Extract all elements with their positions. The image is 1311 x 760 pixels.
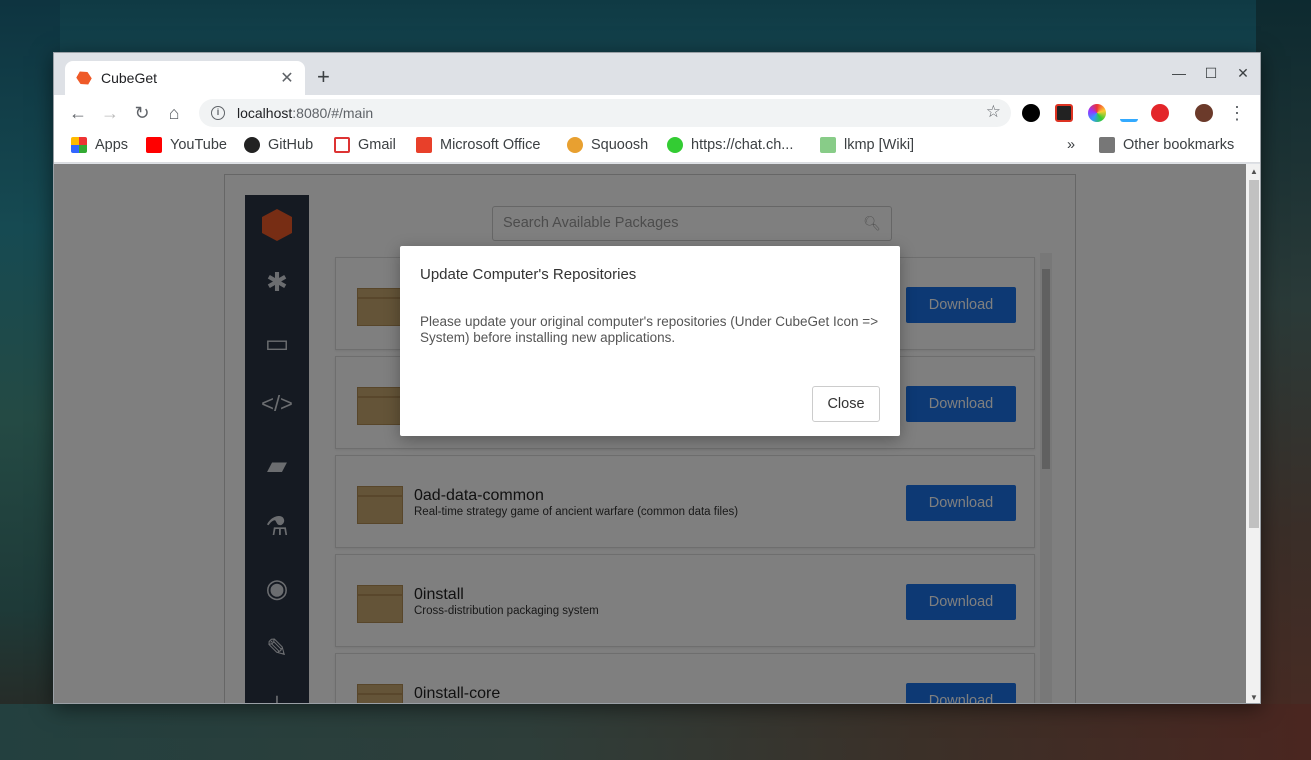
page-content: ✱ ▭ </> ▰ ⚗ ◉ ✎ ⊥ Search Available Packa… [54, 164, 1246, 703]
chat-icon [667, 137, 683, 153]
bookmark-label: https://chat.ch... [691, 137, 794, 153]
bookmarks-bar: Apps YouTube GitHub Gmail Microsoft Offi… [54, 131, 1260, 163]
bookmark-label: YouTube [170, 137, 227, 153]
minimize-button[interactable]: — [1169, 65, 1189, 81]
close-window-button[interactable]: ✕ [1233, 65, 1253, 82]
dialog-title: Update Computer's Repositories [420, 266, 637, 283]
update-repositories-dialog: Update Computer's Repositories Please up… [400, 246, 900, 436]
squoosh-icon [567, 137, 583, 153]
office-icon [416, 137, 432, 153]
forward-arrow-icon[interactable]: → [98, 101, 122, 125]
back-arrow-icon[interactable]: ← [66, 101, 90, 125]
folder-icon [1099, 137, 1115, 153]
tab-strip: CubeGet ✕ + — ☐ ✕ [54, 53, 1260, 95]
browser-toolbar: ← → ↻ ⌂ i localhost :8080/#/main ☆ ⋮ [54, 95, 1260, 131]
apps-grid-icon [71, 137, 87, 153]
gnome-extension-icon[interactable] [1022, 104, 1040, 122]
bookmark-chat[interactable]: https://chat.ch... [667, 137, 793, 153]
url-host: localhost [237, 105, 293, 121]
desktop-wallpaper-left [0, 0, 60, 760]
dialog-message: Please update your original computer's r… [420, 314, 879, 345]
wiki-icon [820, 137, 836, 153]
bookmark-youtube[interactable]: YouTube [146, 137, 227, 153]
youtube-icon [146, 137, 162, 153]
maximize-button[interactable]: ☐ [1201, 65, 1221, 82]
reload-icon[interactable]: ↻ [130, 101, 154, 125]
bookmark-label: Squoosh [591, 137, 649, 153]
close-button[interactable]: Close [812, 386, 880, 422]
bookmark-label: lkmp [Wiki] [844, 137, 915, 153]
bookmark-label: GitHub [268, 137, 314, 153]
site-info-icon[interactable]: i [211, 106, 225, 120]
other-bookmarks-label: Other bookmarks [1123, 137, 1235, 153]
desktop-wallpaper-bottom [0, 704, 1311, 760]
address-bar[interactable]: i localhost :8080/#/main ☆ [199, 99, 1011, 127]
languagetool-extension-icon[interactable] [1120, 104, 1138, 122]
bookmark-squoosh[interactable]: Squoosh [567, 137, 648, 153]
adobe-extension-icon[interactable] [1055, 104, 1073, 122]
new-tab-button[interactable]: + [317, 66, 330, 88]
cubeget-favicon-icon [74, 68, 93, 87]
desktop-wallpaper-right [1256, 0, 1311, 760]
gmail-icon [334, 137, 350, 153]
bookmark-github[interactable]: GitHub [244, 137, 313, 153]
page-scrollbar[interactable]: ▲ ▼ [1246, 164, 1260, 703]
bookmark-label: Microsoft Office [440, 137, 541, 153]
bookmark-star-icon[interactable]: ☆ [986, 102, 1001, 122]
bookmark-gmail[interactable]: Gmail [334, 137, 396, 153]
menu-kebab-icon[interactable]: ⋮ [1225, 101, 1249, 125]
bookmarks-overflow-button[interactable]: » [1067, 137, 1075, 153]
other-bookmarks[interactable]: Other bookmarks [1099, 137, 1234, 153]
profile-avatar[interactable] [1195, 104, 1213, 122]
tab-title: CubeGet [101, 70, 158, 86]
bookmark-lkmp-wiki[interactable]: lkmp [Wiki] [820, 137, 914, 153]
scroll-up-icon[interactable]: ▲ [1246, 167, 1260, 176]
bookmark-apps[interactable]: Apps [71, 137, 128, 153]
scrollbar-thumb[interactable] [1249, 180, 1259, 528]
home-icon[interactable]: ⌂ [162, 101, 186, 125]
bookmark-label: Gmail [358, 137, 396, 153]
mega-extension-icon[interactable] [1151, 104, 1169, 122]
color-picker-extension-icon[interactable] [1088, 104, 1106, 122]
scroll-down-icon[interactable]: ▼ [1246, 693, 1260, 702]
github-icon [244, 137, 260, 153]
tab-close-icon[interactable]: ✕ [279, 68, 295, 88]
browser-window: CubeGet ✕ + — ☐ ✕ ← → ↻ ⌂ i localhost :8… [53, 52, 1261, 704]
bookmark-microsoft-office[interactable]: Microsoft Office [416, 137, 540, 153]
bookmark-label: Apps [95, 137, 129, 153]
tab-cubeget[interactable]: CubeGet ✕ [65, 61, 305, 95]
url-path: :8080/#/main [292, 105, 374, 121]
